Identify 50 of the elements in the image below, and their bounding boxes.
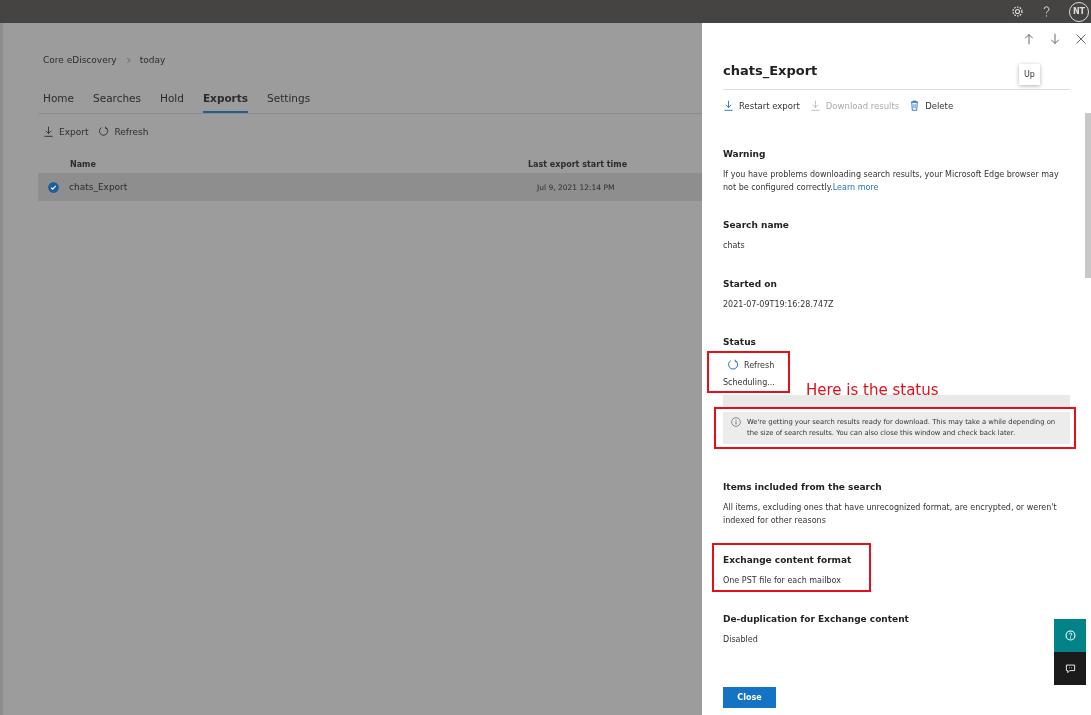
- warning-text: If you have problems downloading search results, your Microsoft Edge browser may not be configured correctly.Learn more: [723, 169, 1060, 194]
- close-button[interactable]: Close: [723, 687, 776, 708]
- refresh-button[interactable]: Refresh: [98, 126, 149, 137]
- chat-icon: [1064, 663, 1076, 674]
- download-icon: [809, 100, 821, 111]
- tab[interactable]: Searches: [93, 92, 142, 113]
- export-button[interactable]: Export: [43, 126, 89, 137]
- chevron-right-icon: [124, 56, 132, 64]
- section-value: Disabled: [723, 634, 759, 646]
- section-heading: Search name: [723, 220, 790, 230]
- section-value: One PST file for each mailbox: [723, 575, 842, 587]
- action-button[interactable]: Restart export: [723, 100, 800, 111]
- info-icon: [731, 417, 741, 427]
- refresh-button[interactable]: Refresh: [727, 359, 775, 371]
- annotation-text: Here is the status: [806, 381, 939, 399]
- refresh-icon: [727, 359, 739, 371]
- tab[interactable]: Settings: [267, 92, 311, 113]
- section-heading: Status: [723, 337, 757, 347]
- check-circle-icon: [48, 181, 59, 193]
- tab[interactable]: Exports: [202, 92, 249, 113]
- section-value: 2021-07-09T19:16:28.747Z: [723, 299, 835, 311]
- section-heading: De-duplication for Exchange content: [723, 614, 910, 624]
- action-button[interactable]: Delete: [909, 100, 954, 111]
- breadcrumb-link[interactable]: today: [139, 55, 166, 65]
- column-header: Name: [69, 159, 97, 169]
- table-cell-text: chats_Export: [69, 182, 129, 192]
- tab[interactable]: Home: [43, 92, 74, 113]
- section-value: chats: [723, 240, 746, 252]
- download-icon: [43, 126, 54, 137]
- section-value: All items, excluding ones that have unrecognized format, are encrypted, or weren't indexed for other reasons: [723, 502, 1058, 527]
- help-button[interactable]: [1054, 619, 1086, 652]
- section-heading: Started on: [723, 279, 778, 289]
- section-heading: Items included from the search: [723, 482, 883, 492]
- breadcrumb-link[interactable]: Core eDiscovery: [43, 55, 117, 65]
- status-value: Scheduling...: [723, 377, 776, 389]
- panel-title: chats_Export: [723, 63, 818, 78]
- settings-icon[interactable]: [1011, 5, 1024, 18]
- section-heading: Warning: [723, 149, 767, 159]
- refresh-icon: [98, 126, 110, 137]
- close-icon[interactable]: [1075, 33, 1087, 45]
- tooltip: Up: [1019, 64, 1040, 85]
- section-heading: Exchange content format: [723, 555, 853, 565]
- help-icon: [1064, 630, 1076, 641]
- download-icon: [723, 100, 734, 111]
- column-header: Last export start time: [528, 159, 628, 169]
- feedback-button[interactable]: [1054, 652, 1086, 685]
- arrow-down-icon[interactable]: [1049, 33, 1061, 45]
- tab[interactable]: Hold: [160, 92, 184, 113]
- trash-icon: [909, 100, 921, 111]
- arrow-up-icon[interactable]: [1023, 33, 1035, 45]
